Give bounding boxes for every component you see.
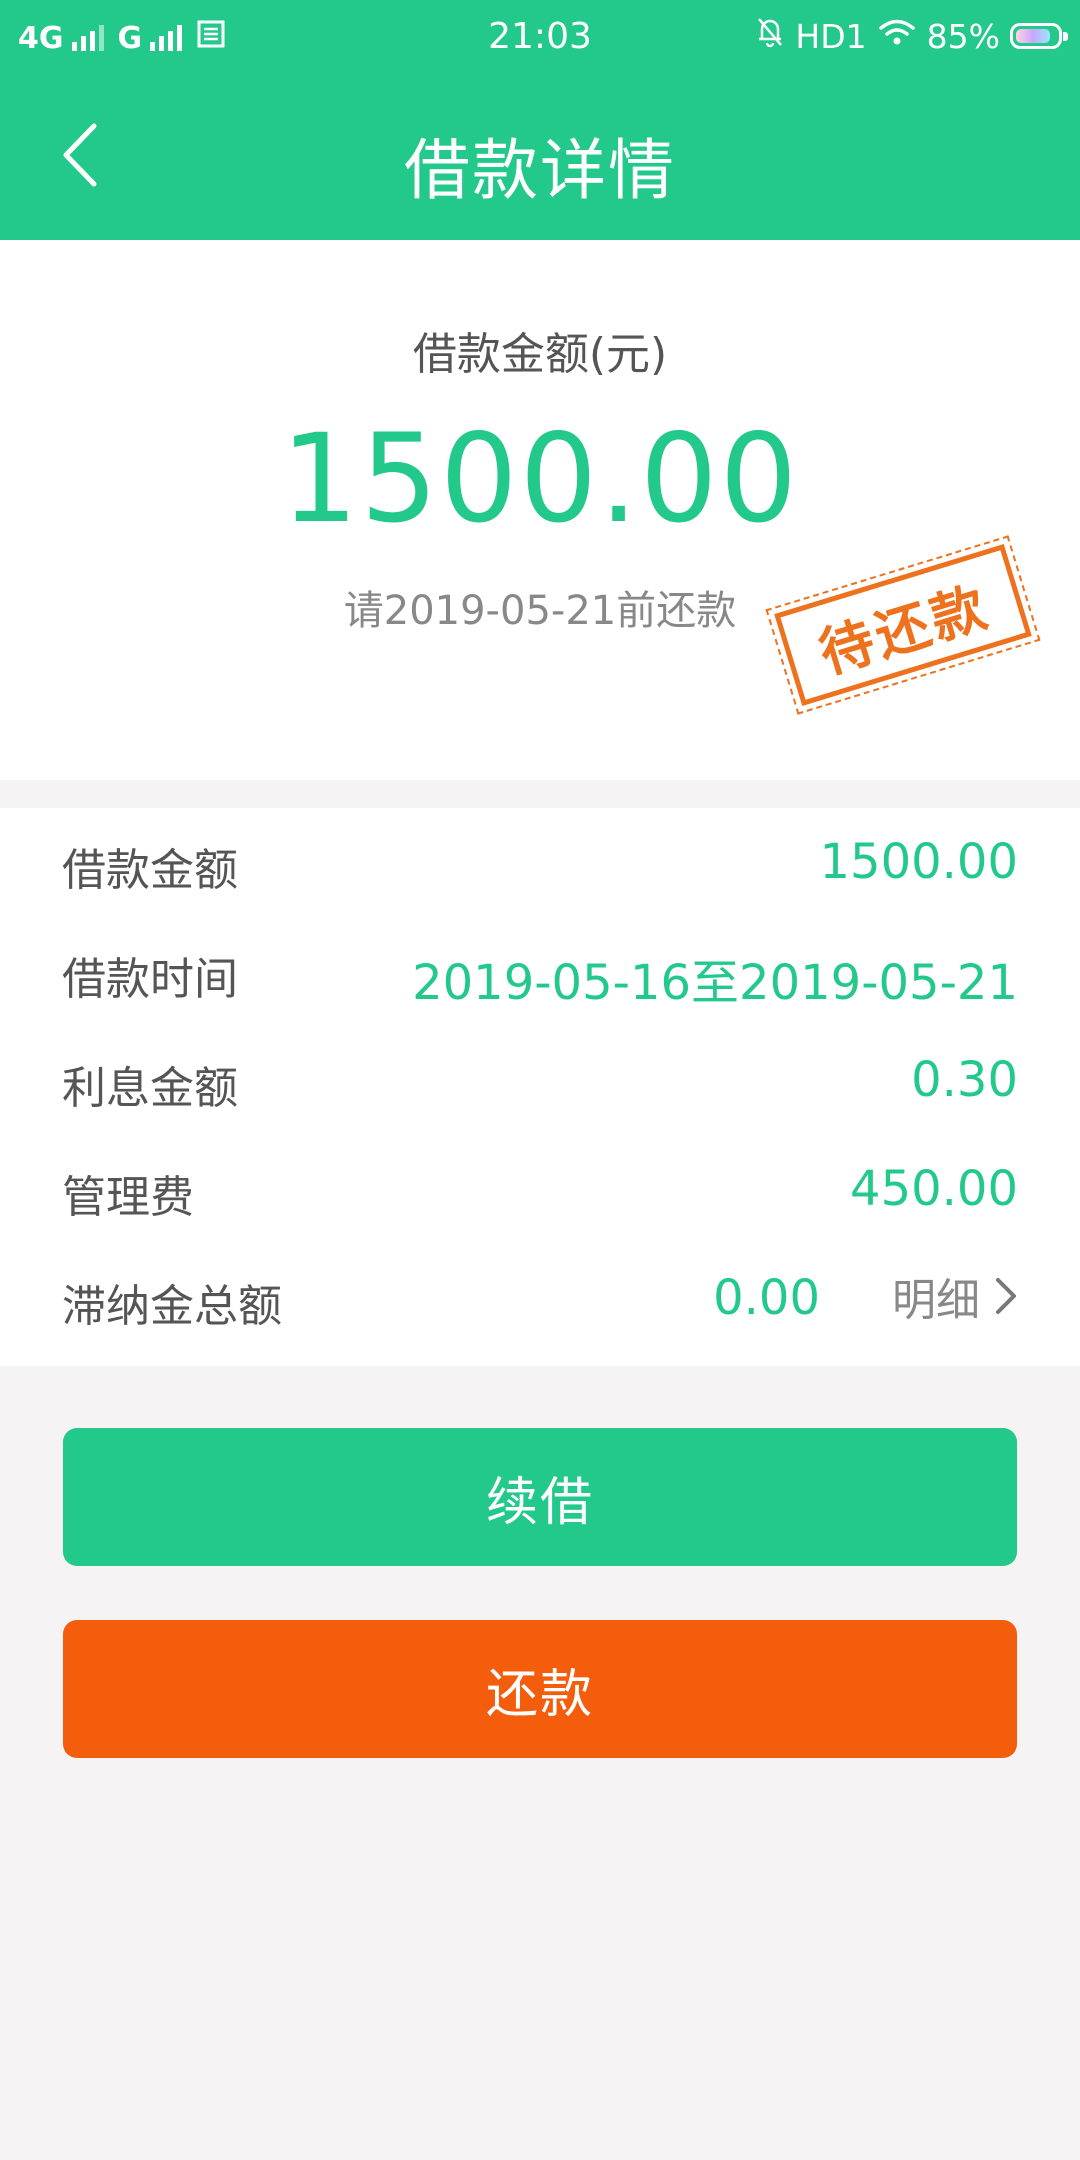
detail-label: 借款时间 (62, 954, 238, 1005)
battery-icon (1010, 23, 1068, 49)
detail-row-loan-period: 借款时间 2019-05-16至2019-05-21 (0, 917, 1080, 1025)
app-header: 4G G 21:03 HD1 85% 借款详情 (0, 0, 1080, 240)
detail-row-management-fee: 管理费 450.00 (0, 1135, 1080, 1243)
detail-value: 0.00 (713, 1270, 820, 1326)
detail-label: 管理费 (62, 1172, 194, 1223)
pending-repayment-stamp: 待还款 (766, 532, 1040, 718)
chevron-right-icon (996, 1278, 1016, 1314)
status-bar: 4G G 21:03 HD1 85% (0, 0, 1080, 75)
detail-row-loan-amount: 借款金额 1500.00 (0, 808, 1080, 916)
loan-amount-label: 借款金额(元) (412, 329, 668, 380)
mute-bell-icon (755, 15, 785, 57)
detail-value: 450.00 (850, 1161, 1018, 1217)
page-title: 借款详情 (404, 132, 676, 209)
battery-percent: 85% (926, 16, 1000, 56)
title-bar: 借款详情 (0, 75, 1080, 240)
details-link-label: 明细 (892, 1275, 980, 1326)
hd-indicator: HD1 (795, 16, 867, 56)
loan-amount-value: 1500.00 (280, 408, 800, 550)
renew-loan-button[interactable]: 续借 (63, 1428, 1017, 1566)
loan-summary-card: 借款金额(元) 1500.00 请2019-05-21前还款 待还款 (0, 240, 1080, 780)
detail-value: 2019-05-16至2019-05-21 (412, 955, 1018, 1011)
wifi-icon (877, 17, 917, 56)
repay-button[interactable]: 还款 (63, 1620, 1017, 1758)
detail-value: 1500.00 (819, 834, 1019, 890)
detail-label: 利息金额 (62, 1063, 238, 1114)
status-bar-right: HD1 85% (755, 15, 1068, 57)
detail-row-late-fee: 滞纳金总额 0.00 明细 (0, 1244, 1080, 1352)
detail-value: 0.30 (911, 1052, 1018, 1108)
detail-label: 借款金额 (62, 845, 238, 896)
loan-details-list: 借款金额 1500.00 借款时间 2019-05-16至2019-05-21 … (0, 808, 1080, 1366)
detail-row-interest: 利息金额 0.30 (0, 1026, 1080, 1134)
late-fee-details-link[interactable]: 明细 (892, 1266, 1018, 1326)
detail-label: 滞纳金总额 (62, 1281, 282, 1332)
